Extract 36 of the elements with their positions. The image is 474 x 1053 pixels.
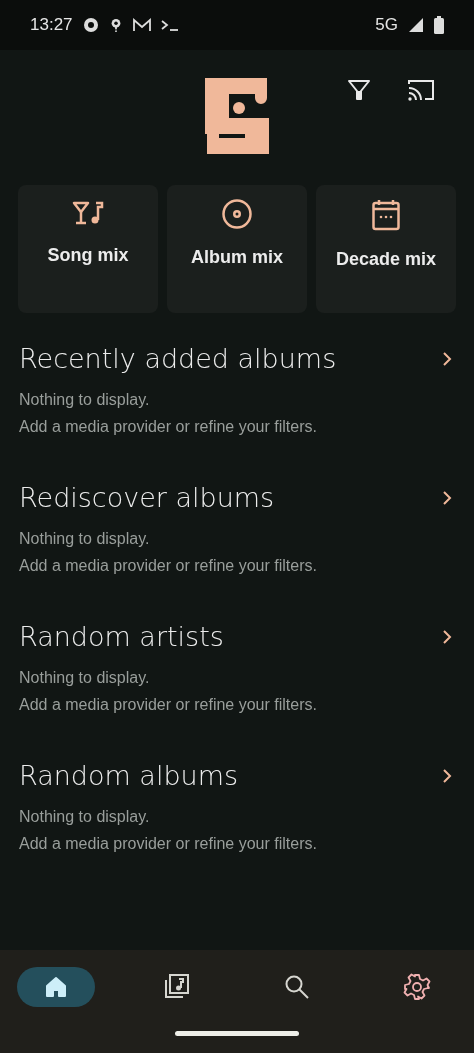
disc-icon	[222, 199, 252, 229]
section-title[interactable]: Random artists	[19, 621, 224, 652]
section-title[interactable]: Rediscover albums	[19, 482, 275, 513]
empty-message: Add a media provider or refine your filters.	[19, 695, 318, 715]
cocktail-note-icon	[72, 199, 104, 227]
mix-tile[interactable]: Decade mix	[316, 185, 456, 313]
terminal-icon	[160, 18, 179, 32]
empty-message: Nothing to display.	[19, 390, 151, 410]
nav-tab[interactable]	[17, 967, 95, 1007]
chevron-right-icon[interactable]	[442, 628, 452, 645]
home-icon	[44, 975, 68, 999]
search-icon	[283, 974, 310, 1000]
empty-message: Add a media provider or refine your filters.	[19, 556, 318, 576]
mix-tile[interactable]: Album mix	[167, 185, 307, 313]
cast-icon[interactable]	[407, 78, 435, 102]
calendar-icon	[372, 199, 400, 231]
signal-icon	[408, 17, 424, 33]
mail-icon	[132, 18, 151, 32]
empty-message: Nothing to display.	[19, 807, 151, 827]
music-library-icon	[162, 973, 191, 1001]
section-title[interactable]: Random albums	[19, 760, 239, 791]
mix-tile[interactable]: Song mix	[18, 185, 158, 313]
battery-icon	[434, 16, 444, 34]
section-title[interactable]: Recently added albums	[19, 343, 337, 374]
chevron-right-icon[interactable]	[442, 350, 452, 367]
empty-message: Nothing to display.	[19, 668, 151, 688]
network-type: 5G	[375, 15, 398, 35]
chevron-right-icon[interactable]	[442, 489, 452, 506]
chevron-right-icon[interactable]	[442, 767, 452, 784]
empty-message: Nothing to display.	[19, 529, 151, 549]
filter-icon[interactable]	[347, 78, 371, 102]
empty-message: Add a media provider or refine your filters.	[19, 834, 318, 854]
logo-icon	[205, 78, 269, 154]
settings-icon	[403, 973, 431, 1001]
empty-message: Add a media provider or refine your filters.	[19, 417, 318, 437]
status-time: 13:27	[30, 15, 73, 35]
